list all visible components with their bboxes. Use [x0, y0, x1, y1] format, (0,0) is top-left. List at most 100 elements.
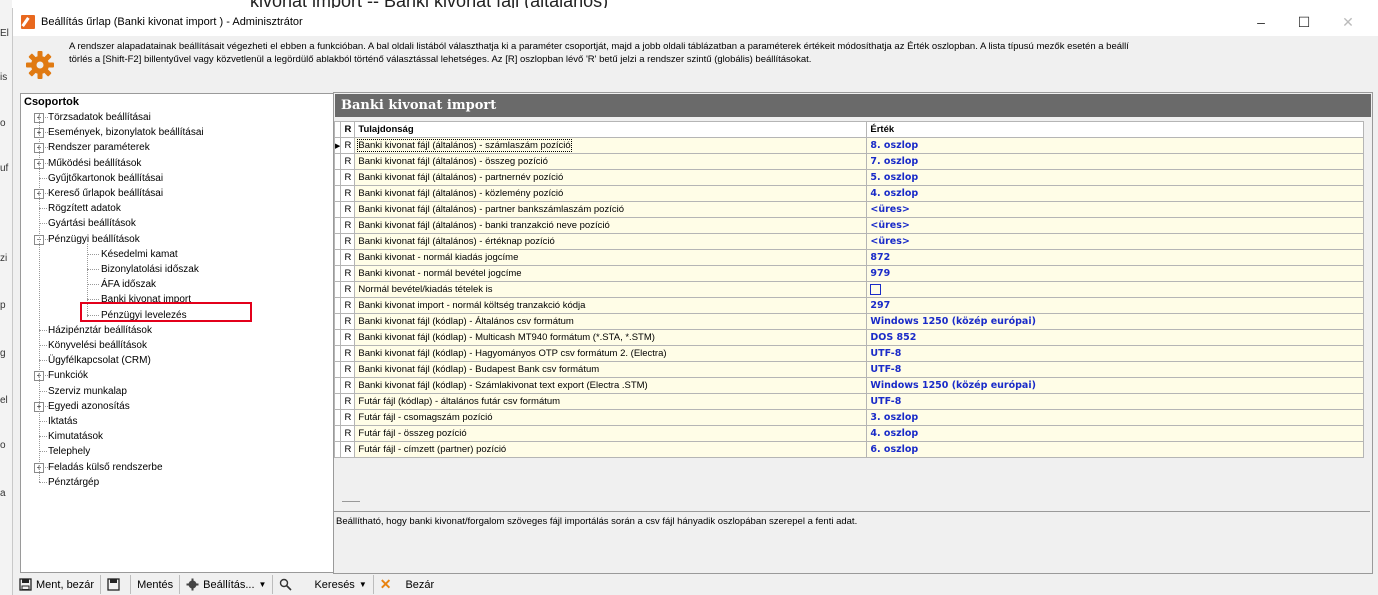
- table-row[interactable]: R Banki kivonat - normál bevétel jogcíme 9…: [333, 265, 1364, 282]
- table-row[interactable]: R Banki kivonat fájl (kódlap) - Budapest …: [333, 361, 1364, 378]
- tree-item[interactable]: Funkciók: [48, 368, 88, 383]
- property-cell: Futár fájl - címzett (partner) pozíció: [354, 441, 868, 458]
- info-text: A rendszer alapadatainak beállításait vé…: [69, 41, 1129, 65]
- tree-item[interactable]: Törzsadatok beállításai: [48, 110, 151, 125]
- table-row[interactable]: R Banki kivonat fájl (általános) - banki …: [333, 217, 1364, 234]
- value-cell[interactable]: Windows 1250 (közép európai): [866, 377, 1364, 394]
- search-button[interactable]: Keresés ▼: [302, 575, 374, 594]
- tree-item[interactable]: Ügyfélkapcsolat (CRM): [48, 353, 151, 368]
- property-cell: Banki kivonat fájl (kódlap) - Általános …: [354, 313, 868, 330]
- table-row[interactable]: R Futár fájl - összeg pozíció 4. oszlop: [333, 425, 1364, 442]
- search-icon-button[interactable]: [273, 575, 302, 594]
- row-scope-cell: R: [340, 329, 356, 346]
- save-icon-button[interactable]: [101, 575, 132, 594]
- settings-button[interactable]: Beállítás... ▼: [180, 575, 274, 594]
- minimize-button[interactable]: –: [1238, 8, 1284, 36]
- close-toolbar-button[interactable]: ✕ Bezár: [374, 575, 440, 594]
- value-cell[interactable]: 872: [866, 249, 1364, 266]
- tree-item[interactable]: Események, bizonylatok beállításai: [48, 125, 204, 140]
- tree-item[interactable]: Iktatás: [48, 414, 77, 429]
- table-row[interactable]: R Banki kivonat fájl (kódlap) - Általános…: [333, 313, 1364, 330]
- maximize-button[interactable]: ☐: [1281, 8, 1327, 36]
- close-button[interactable]: ✕: [1325, 8, 1371, 36]
- tree-item[interactable]: Feladás külső rendszerbe: [48, 460, 163, 475]
- tree-item[interactable]: Működési beállítások: [48, 156, 141, 171]
- row-scope-cell: R: [340, 217, 356, 234]
- table-row[interactable]: R Banki kivonat fájl (általános) - közlem…: [333, 185, 1364, 202]
- value-cell[interactable]: 979: [866, 265, 1364, 282]
- value-cell[interactable]: 5. oszlop: [866, 169, 1364, 186]
- value-cell[interactable]: UTF-8: [866, 393, 1364, 410]
- value-cell[interactable]: UTF-8: [866, 345, 1364, 362]
- save-button[interactable]: Mentés: [131, 575, 181, 594]
- tree-item-label: ÁFA időszak: [101, 279, 157, 291]
- tree-item[interactable]: Kimutatások: [48, 429, 103, 444]
- tree-item[interactable]: Bizonylatolási időszak: [101, 262, 199, 277]
- groups-tree[interactable]: Csoportok Törzsadatok beállításai + Esemén…: [20, 93, 334, 573]
- table-row[interactable]: R Banki kivonat fájl (kódlap) - Hagyomány…: [333, 345, 1364, 362]
- value-cell[interactable]: <üres>: [866, 217, 1364, 234]
- title-bar[interactable]: Beállítás űrlap (Banki kivonat import ) …: [13, 8, 1378, 36]
- column-header-property[interactable]: Tulajdonság: [354, 121, 868, 138]
- property-cell: Banki kivonat - normál bevétel jogcíme: [354, 265, 868, 282]
- table-row[interactable]: R Banki kivonat fájl (általános) - partne…: [333, 201, 1364, 218]
- value-cell[interactable]: 8. oszlop: [866, 137, 1364, 154]
- table-row[interactable]: R Normál bevétel/kiadás tételek is: [333, 281, 1364, 298]
- table-row[interactable]: R Banki kivonat fájl (kódlap) - Számlakiv…: [333, 377, 1364, 394]
- tree-item[interactable]: Gyűjtőkartonok beállításai: [48, 171, 163, 186]
- tree-item[interactable]: Késedelmi kamat: [101, 247, 178, 262]
- tree-connector: [45, 238, 48, 240]
- tree-item[interactable]: Házipénztár beállítások: [48, 323, 152, 338]
- tree-item[interactable]: Pénzügyi beállítások: [48, 232, 140, 247]
- column-header-r[interactable]: R: [340, 121, 356, 138]
- value-cell[interactable]: <üres>: [866, 201, 1364, 218]
- value-cell[interactable]: 6. oszlop: [866, 441, 1364, 458]
- tree-connector: [39, 208, 47, 210]
- tree-item[interactable]: Kereső űrlapok beállításai: [48, 186, 163, 201]
- value-cell[interactable]: 4. oszlop: [866, 425, 1364, 442]
- tree-item[interactable]: Egyedi azonosítás: [48, 399, 130, 414]
- table-row[interactable]: R Banki kivonat fájl (általános) - partne…: [333, 169, 1364, 186]
- value-cell[interactable]: Windows 1250 (közép európai): [866, 313, 1364, 330]
- table-row[interactable]: R Futár fájl - csomagszám pozíció 3. oszlo…: [333, 409, 1364, 426]
- table-row[interactable]: R Banki kivonat fájl (általános) - összeg…: [333, 153, 1364, 170]
- value-cell[interactable]: <üres>: [866, 233, 1364, 250]
- save-close-button[interactable]: Ment, bezár: [13, 575, 102, 594]
- value-cell[interactable]: 3. oszlop: [866, 409, 1364, 426]
- section-title: Banki kivonat import: [335, 94, 1371, 117]
- tree-item-label: Szerviz munkalap: [48, 385, 127, 397]
- table-row[interactable]: R Banki kivonat - normál kiadás jogcíme 87…: [333, 249, 1364, 266]
- tree-item[interactable]: Pénztárgép: [48, 475, 99, 490]
- table-row[interactable]: R Futár fájl (kódlap) - általános futár c…: [333, 393, 1364, 410]
- property-cell: Banki kivonat fájl (kódlap) - Budapest B…: [354, 361, 868, 378]
- description-panel: Beállítható, hogy banki kivonat/forgalom…: [334, 511, 1370, 571]
- property-cell: Banki kivonat fájl (általános) - közlemé…: [354, 185, 868, 202]
- tree-item[interactable]: Könyvelési beállítások: [48, 338, 147, 353]
- value-cell[interactable]: 7. oszlop: [866, 153, 1364, 170]
- tree-item[interactable]: Rendszer paraméterek: [48, 140, 150, 155]
- tree-item[interactable]: Gyártási beállítások: [48, 216, 136, 231]
- property-cell: Normál bevétel/kiadás tételek is: [354, 281, 868, 298]
- property-label: Banki kivonat fájl (kódlap) - Budapest B…: [358, 364, 600, 375]
- table-row[interactable]: R Futár fájl - címzett (partner) pozíció 6…: [333, 441, 1364, 458]
- table-row[interactable]: R Banki kivonat import - normál költség t…: [333, 297, 1364, 314]
- window-title: Beállítás űrlap (Banki kivonat import ) …: [41, 16, 303, 28]
- table-row[interactable]: ▶ R Banki kivonat fájl (általános) - száml…: [333, 137, 1364, 154]
- value-cell[interactable]: 4. oszlop: [866, 185, 1364, 202]
- table-row[interactable]: R Banki kivonat fájl (kódlap) - Multicash…: [333, 329, 1364, 346]
- table-row[interactable]: R Banki kivonat fájl (általános) - értékn…: [333, 233, 1364, 250]
- value-checkbox[interactable]: [870, 284, 882, 295]
- property-label: Banki kivonat fájl (általános) - banki t…: [358, 220, 610, 231]
- column-header-value[interactable]: Érték: [866, 121, 1364, 138]
- value-cell[interactable]: 297: [866, 297, 1364, 314]
- tree-item[interactable]: Szerviz munkalap: [48, 384, 127, 399]
- tree-connector: [39, 421, 47, 422]
- tree-item[interactable]: Telephely: [48, 444, 90, 459]
- tree-item[interactable]: Rögzített adatok: [48, 201, 121, 216]
- parameters-grid[interactable]: R Tulajdonság Érték ▶ R Banki kivonat fájl…: [333, 121, 1364, 458]
- value-cell[interactable]: DOS 852: [866, 329, 1364, 346]
- tree-item[interactable]: ÁFA időszak: [101, 277, 156, 292]
- value-checkbox-cell[interactable]: [866, 281, 1364, 298]
- value-cell[interactable]: UTF-8: [866, 361, 1364, 378]
- background-window-title: kivonat import -- Banki kivonat fájl (ál…: [0, 0, 1378, 8]
